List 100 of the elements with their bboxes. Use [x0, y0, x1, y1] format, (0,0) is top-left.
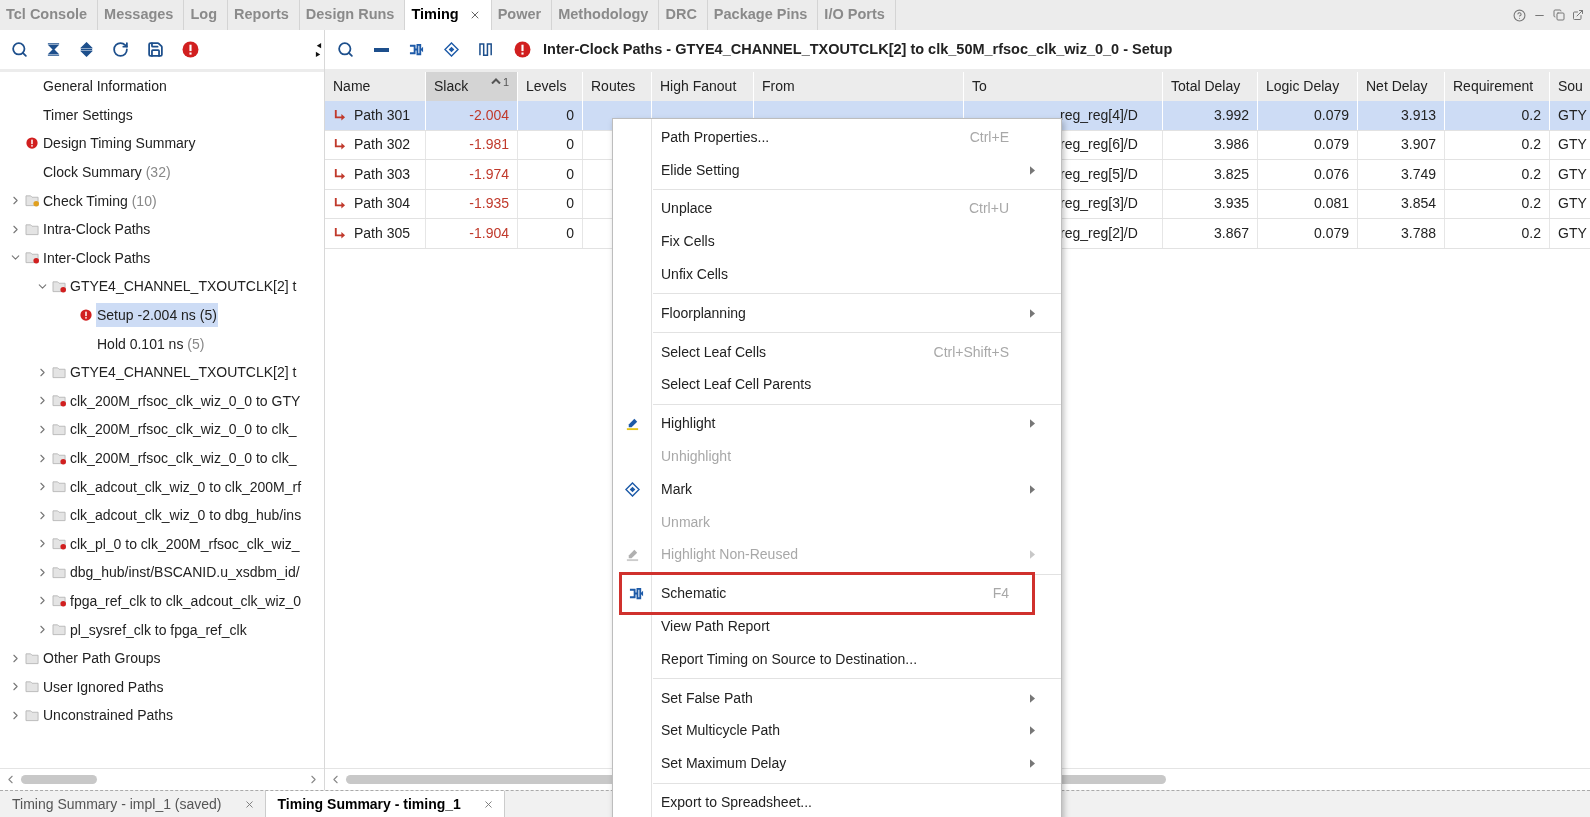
tree-item[interactable]: Setup -2.004 ns (5): [96, 303, 218, 328]
table-cell-text: reg_reg[2]/D: [1060, 223, 1138, 243]
path-arrow-icon: [333, 167, 346, 181]
folder-icon: [24, 680, 40, 694]
table-cell-text: GTY: [1558, 164, 1587, 184]
tree-item[interactable]: clk_200M_rfsoc_clk_wiz_0_0 to clk_: [69, 417, 298, 442]
close-icon[interactable]: [482, 798, 494, 810]
document-tab[interactable]: Timing Summary - timing_1: [264, 791, 505, 817]
table-cell-text: 0: [566, 223, 574, 243]
tree-item[interactable]: clk_adcout_clk_wiz_0 to dbg_hub/ins: [69, 503, 303, 528]
tree-item[interactable]: clk_adcout_clk_wiz_0 to clk_200M_rf: [69, 474, 303, 499]
collapse-all-icon[interactable]: [46, 42, 61, 57]
folder-icon: [51, 480, 67, 494]
tree-item[interactable]: Hold 0.101 ns (5): [96, 331, 206, 356]
save-icon[interactable]: [147, 41, 164, 58]
menu-item[interactable]: Set False Path: [613, 681, 1061, 715]
scrollbar-thumb[interactable]: [21, 775, 97, 784]
search-icon[interactable]: [337, 41, 354, 58]
folder-icon: [51, 565, 67, 579]
menu-item[interactable]: Export to Spreadsheet...: [613, 786, 1061, 817]
folder-alert-icon: [24, 251, 40, 265]
menu-item[interactable]: Schematic F4: [622, 577, 1032, 611]
menu-item[interactable]: Report Timing on Source to Destination...: [613, 642, 1061, 676]
tree-item[interactable]: Timer Settings: [42, 102, 134, 127]
menu-item[interactable]: Unplace Ctrl+U: [613, 192, 1061, 226]
tree-item[interactable]: Other Path Groups: [42, 646, 162, 671]
error-icon: [26, 137, 38, 150]
float-icon[interactable]: [1572, 9, 1584, 21]
folder-alert-icon: [51, 279, 67, 293]
table-cell-text: 0: [566, 164, 574, 184]
menu-item[interactable]: Highlight: [613, 407, 1061, 441]
menu-item[interactable]: Select Leaf Cell Parents: [613, 368, 1061, 402]
tree-item[interactable]: General Information: [42, 74, 168, 99]
folder-icon: [24, 708, 40, 722]
menu-item[interactable]: Set Multicycle Path: [613, 714, 1061, 748]
waveform-icon[interactable]: [479, 42, 494, 57]
table-cell-text: Path 301: [354, 105, 411, 125]
folder-icon: [51, 623, 67, 637]
menu-item[interactable]: Floorplanning: [613, 297, 1061, 330]
tree-item[interactable]: pl_sysref_clk to fpga_ref_clk: [69, 617, 248, 642]
tree-item[interactable]: GTYE4_CHANNEL_TXOUTCLK[2] t: [69, 360, 298, 385]
document-tab[interactable]: Timing Summary - impl_1 (saved): [0, 791, 265, 817]
table-cell-text: Path 304: [354, 194, 411, 214]
tree-item[interactable]: Unconstrained Paths: [42, 703, 174, 728]
table-cell-text: -1.981: [469, 135, 509, 155]
menu-item[interactable]: Fix Cells: [613, 225, 1061, 259]
tree-item[interactable]: dbg_hub/inst/BSCANID.u_xsdbm_id/: [69, 560, 301, 585]
diamond-icon: [444, 42, 459, 57]
table-cell-text: GTY: [1558, 194, 1587, 214]
table-cell-text: reg_reg[3]/D: [1060, 194, 1138, 214]
table-cell-text: Path 302: [354, 135, 411, 155]
tree-item[interactable]: Clock Summary (32): [42, 160, 172, 185]
diamond-icon: [624, 481, 640, 497]
table-cell-text: 3.935: [1213, 194, 1249, 214]
table-cell-text: 0: [566, 105, 574, 125]
table-cell-text: 0.2: [1521, 135, 1541, 155]
error-icon: [182, 41, 199, 58]
folder-alert-icon: [51, 394, 67, 408]
tree-item[interactable]: fpga_ref_clk to clk_adcout_clk_wiz_0: [69, 589, 303, 613]
table-cell-text: -1.974: [469, 164, 509, 184]
menu-item[interactable]: Mark: [613, 472, 1061, 506]
menu-item[interactable]: Unfix Cells: [613, 258, 1061, 291]
table-cell-text: 0.2: [1521, 223, 1541, 243]
tab[interactable]: Timing: [405, 0, 492, 30]
table-cell-text: 3.854: [1400, 194, 1436, 214]
tree-item[interactable]: clk_200M_rfsoc_clk_wiz_0_0 to clk_: [69, 446, 298, 470]
tree-item[interactable]: GTYE4_CHANNEL_TXOUTCLK[2] t: [69, 274, 298, 299]
tree-item[interactable]: clk_200M_rfsoc_clk_wiz_0_0 to GTY: [69, 388, 302, 413]
folder-icon: [24, 651, 40, 665]
help-icon[interactable]: [1513, 8, 1526, 22]
table-cell-text: 0.076: [1313, 164, 1349, 184]
column-header[interactable]: Slack 1: [426, 72, 518, 101]
menu-item[interactable]: Elide Setting: [613, 153, 1061, 187]
folder-icon: [51, 365, 67, 379]
tree-item[interactable]: Intra-Clock Paths: [42, 217, 152, 242]
folder-alert-icon: [51, 594, 67, 608]
collapse-icon[interactable]: [374, 47, 389, 52]
menu-item[interactable]: View Path Report: [613, 610, 1061, 643]
table-cell-text: 3.913: [1400, 105, 1436, 125]
table-cell-text: 0: [566, 194, 574, 214]
table-cell-text: GTY: [1558, 135, 1587, 155]
tree-item[interactable]: Design Timing Summary: [42, 131, 197, 156]
table-cell-text: reg_reg[6]/D: [1060, 135, 1138, 155]
menu-item[interactable]: Select Leaf Cells Ctrl+Shift+S: [613, 335, 1061, 369]
menu-item[interactable]: Set Maximum Delay: [613, 747, 1061, 781]
close-icon[interactable]: [243, 798, 255, 810]
expand-all-icon[interactable]: [79, 42, 94, 57]
panel-title: Inter-Clock Paths - GTYE4_CHANNEL_TXOUTCLK[2] to clk_50M_rfsoc_clk_wiz_0_0 - Setup: [543, 39, 1173, 59]
folder-alert-icon: [51, 537, 67, 551]
search-icon[interactable]: [11, 41, 28, 58]
tree-item[interactable]: Check Timing (10): [42, 188, 158, 213]
tree-item[interactable]: User Ignored Paths: [42, 674, 165, 699]
tree-item[interactable]: Inter-Clock Paths: [42, 245, 152, 270]
refresh-icon[interactable]: [112, 41, 129, 58]
sort-index: 1: [502, 76, 509, 88]
folder-alert-icon: [24, 194, 40, 208]
highlighter-icon: [624, 547, 640, 563]
tree-item[interactable]: clk_pl_0 to clk_200M_rfsoc_clk_wiz_: [69, 531, 301, 556]
table-cell-text: reg_reg[4]/D: [1060, 105, 1138, 125]
restore-icon[interactable]: [1553, 9, 1565, 21]
